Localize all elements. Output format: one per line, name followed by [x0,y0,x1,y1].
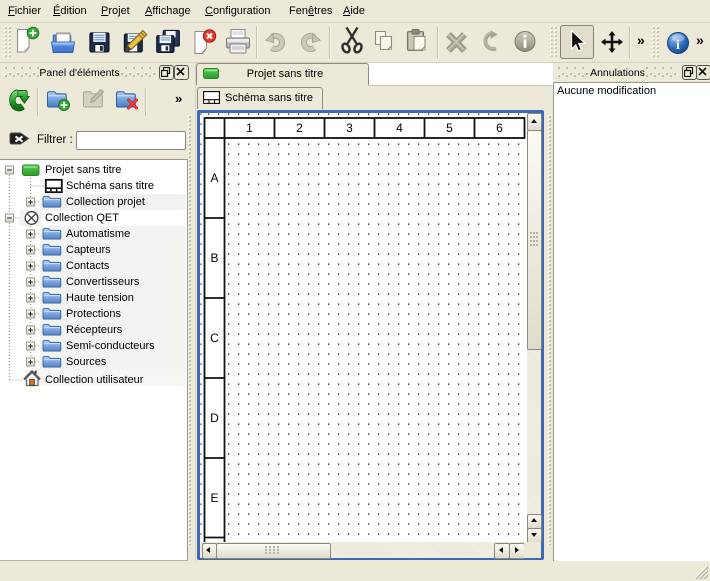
svg-text:6: 6 [496,121,503,135]
svg-text:B: B [210,251,218,265]
svg-text:2: 2 [296,121,303,135]
svg-text:E: E [210,491,218,505]
svg-text:4: 4 [396,121,403,135]
svg-text:A: A [210,171,218,185]
svg-text:i: i [676,38,680,53]
svg-text:3: 3 [346,121,353,135]
svg-text:D: D [210,411,219,425]
svg-text:1: 1 [246,121,253,135]
svg-text:5: 5 [446,121,453,135]
svg-text:C: C [210,331,219,345]
